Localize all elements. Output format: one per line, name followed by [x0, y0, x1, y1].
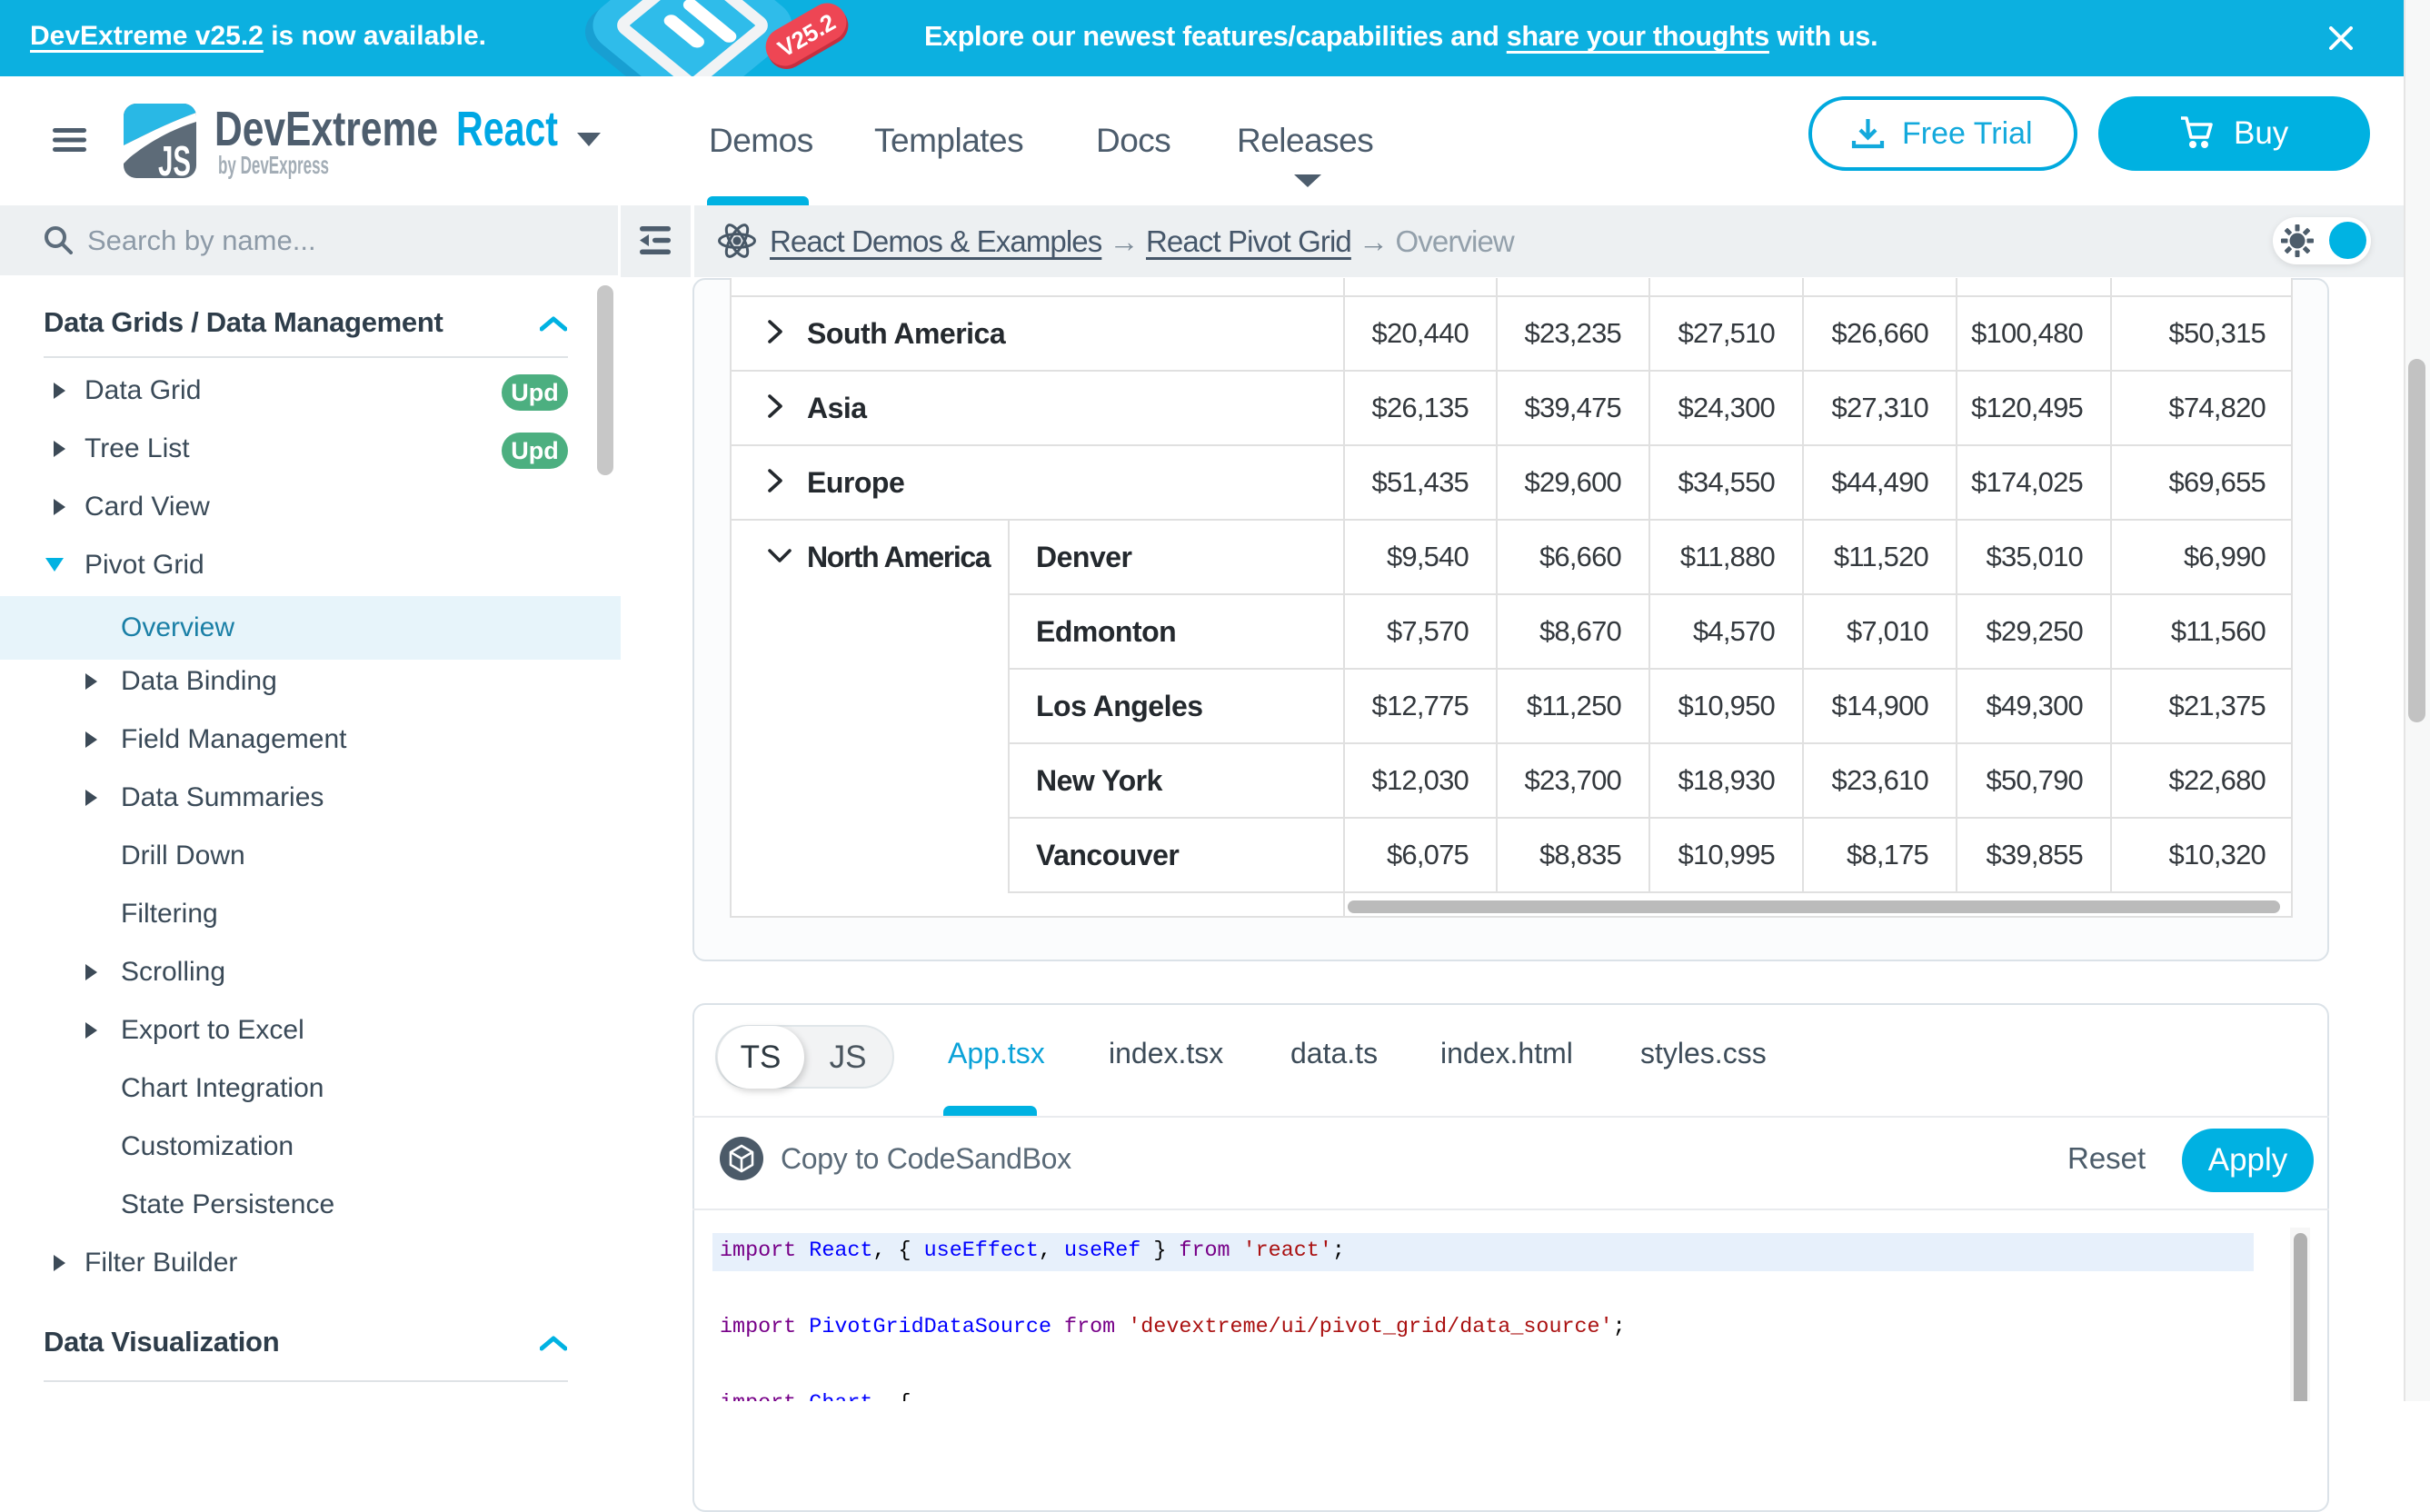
svg-text:by DevExpress: by DevExpress	[218, 151, 329, 179]
svg-text:DevExtreme: DevExtreme	[214, 102, 438, 156]
svg-text:React: React	[456, 102, 558, 156]
